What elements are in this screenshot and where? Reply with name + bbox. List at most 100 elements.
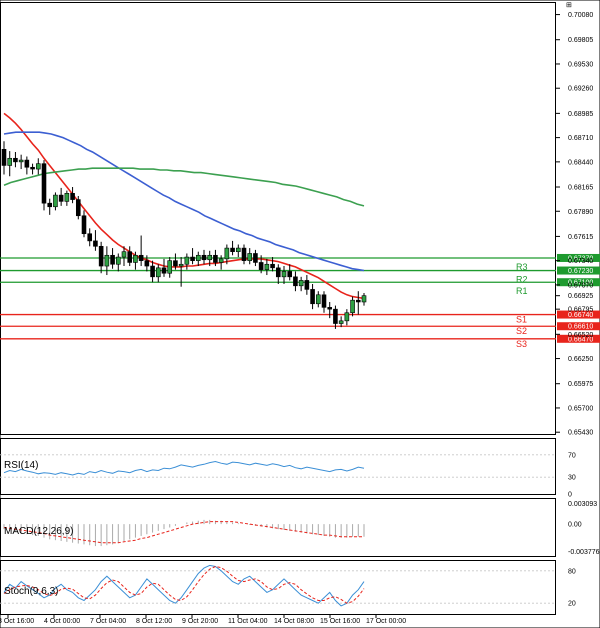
rsi-tick-label: 70 [568,452,576,459]
candle-body [207,254,213,261]
macd-tick-label: -0.003776 [568,549,600,556]
level-name-s2: S2 [516,326,527,336]
candle-body [127,251,133,263]
candle-body [333,308,338,324]
stoch-title: Stoch(9,6,3) [4,586,58,597]
candle-body [58,194,64,202]
candle-body [298,280,304,287]
candle-body [87,233,93,242]
candle-body [287,271,293,278]
price-tick-label: 0.67890 [568,209,593,216]
price-tick-label: 0.66250 [568,356,593,363]
candle-body [355,299,361,303]
candle-body [110,254,115,265]
window-control-icon[interactable]: ⊞ [566,2,572,9]
price-tick-label: 0.70080 [568,12,593,19]
price-tick-label: 0.68985 [568,111,593,118]
candle-body [253,253,258,263]
time-tick-label: 7 Oct 04:00 [90,618,126,625]
level-value-r2: 0.67230 [568,268,593,275]
price-tick-label: 0.69805 [568,37,593,44]
time-tick-label: 4 Oct 00:00 [44,618,80,625]
candle-body [264,263,270,270]
rsi-tick-label: 0 [568,492,572,499]
time-tick-label: 9 Oct 20:00 [182,618,218,625]
candle-body [167,260,173,274]
candle-body [93,240,98,247]
price-tick-label: 0.65700 [568,405,593,412]
candle-body [41,163,47,204]
candle-body [144,260,150,267]
candle-body [270,263,275,269]
candle-body [258,262,264,270]
price-tick-label: 0.68165 [568,185,593,192]
candle-body [201,254,207,261]
candle-body [161,267,167,274]
candle-body [344,312,350,322]
candle-body [327,307,333,310]
time-tick-label: 11 Oct 04:00 [228,618,268,625]
candle-body [1,148,7,166]
candle-body [361,295,367,303]
candle-body [35,163,41,170]
time-tick-label: 15 Oct 16:00 [320,618,360,625]
candle-body [190,256,195,261]
candle-body [275,267,281,278]
candle-body [104,254,110,267]
level-name-r1: R1 [516,286,528,296]
time-tick-label: 17 Oct 00:00 [366,618,406,625]
candle-body [235,247,241,252]
candle-body [213,254,218,263]
candle-body [310,289,315,305]
candle-body [121,251,127,258]
candle-body [247,253,253,261]
price-tick-label: 0.67615 [568,234,593,241]
stoch-tick-label: 20 [568,601,576,608]
current-price-label: 0.66925 [568,293,593,300]
price-tick-label: 0.66520 [568,332,593,339]
price-tick-label: 0.68440 [568,159,593,166]
candle-body [70,193,75,200]
candle-body [115,256,121,265]
candle-body [241,247,247,261]
candle-body [184,256,190,265]
macd-tick-label: 0.003093 [568,501,597,508]
price-tick-label: 0.69260 [568,86,593,93]
candle-body [150,265,155,278]
level-name-s1: S1 [516,315,527,325]
macd-tick-label: 0.00 [568,522,582,529]
candle-body [281,271,287,278]
candle-body [138,254,144,261]
level-name-r2: R2 [516,275,528,285]
candle-body [13,157,18,163]
candle-body [218,258,224,263]
candle-body [18,159,24,163]
forex-chart: 0.67370R3 0.67230R2 0.67100R10.66740S10.66… [0,0,600,628]
candle-body [75,199,81,217]
candle-body [195,254,201,261]
price-tick-label: 0.65430 [568,430,593,437]
candle-body [47,202,53,208]
candle-body [293,276,298,287]
time-tick-label: 3 Oct 16:00 [0,618,34,625]
candle-body [30,166,35,170]
candle-body [81,215,87,235]
price-tick-label: 0.67340 [568,258,593,265]
candle-body [230,247,235,252]
price-tick-label: 0.69530 [568,61,593,68]
candle-body [304,280,310,290]
rsi-tick-label: 30 [568,475,576,482]
candle-body [98,245,104,267]
candle-body [315,294,321,305]
candle-body [155,267,161,278]
candle-body [24,159,30,168]
candle-body [64,193,70,202]
candle-body [53,194,58,208]
candle-body [350,299,355,314]
level-value-s2: 0.66610 [568,324,593,331]
candle-body [173,260,178,267]
candle-body [338,320,344,324]
macd-title: MACD(12,26,9) [4,526,73,537]
level-name-s3: S3 [516,339,527,349]
stoch-tick-label: 80 [568,568,576,575]
